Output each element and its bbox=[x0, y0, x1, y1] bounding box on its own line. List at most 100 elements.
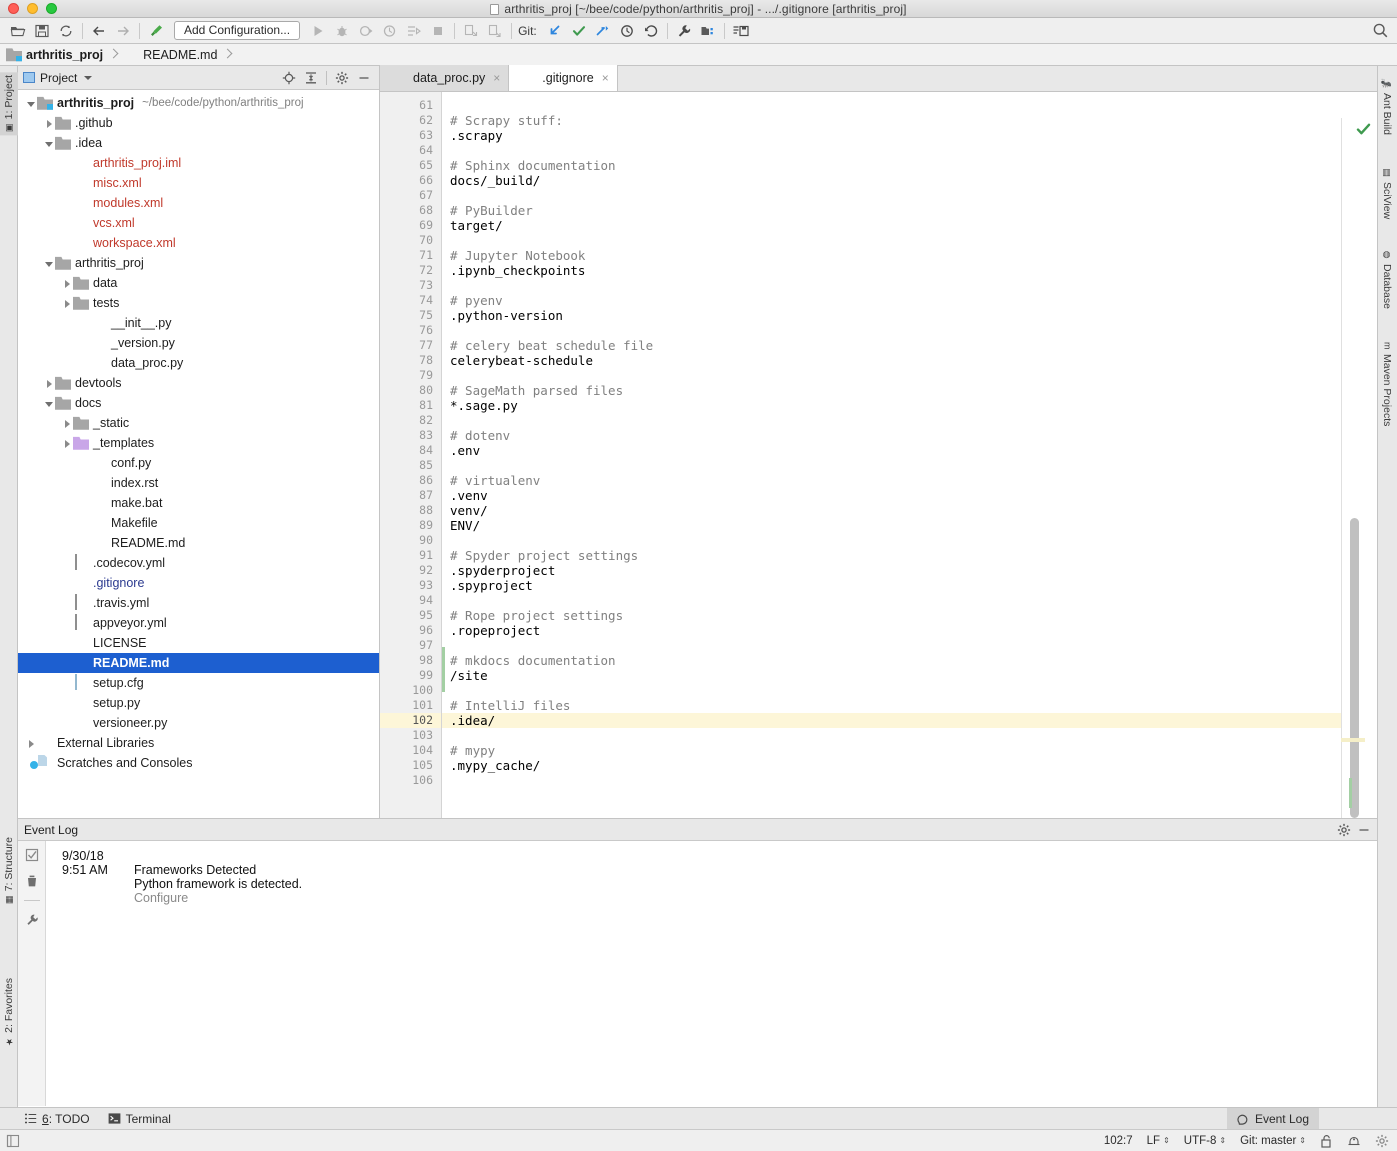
back-arrow-icon[interactable] bbox=[87, 20, 111, 42]
code-line[interactable] bbox=[442, 233, 1377, 248]
code-text[interactable]: # Scrapy stuff: .scrapy # Sphinx documenta… bbox=[442, 92, 1377, 818]
line-number[interactable]: 101 bbox=[380, 698, 441, 713]
breadcrumb-item-project[interactable]: arthritis_proj bbox=[6, 47, 103, 63]
save-icon[interactable] bbox=[30, 20, 54, 42]
gear-icon[interactable] bbox=[1337, 823, 1351, 837]
line-number[interactable]: 106 bbox=[380, 773, 441, 788]
line-number[interactable]: 82 bbox=[380, 413, 441, 428]
settings-gear-icon[interactable] bbox=[1375, 1134, 1389, 1148]
deploy-icon[interactable] bbox=[459, 20, 483, 42]
line-number[interactable]: 105 bbox=[380, 758, 441, 773]
tree-node--gitignore[interactable]: .gitignore bbox=[18, 573, 379, 593]
line-number[interactable]: 94 bbox=[380, 593, 441, 608]
bottom-tab-event-log[interactable]: Event Log bbox=[1226, 1108, 1319, 1130]
line-number[interactable]: 71 bbox=[380, 248, 441, 263]
code-line[interactable]: # IntelliJ files bbox=[442, 698, 1377, 713]
encoding-selector[interactable]: UTF-8 ⇕ bbox=[1184, 1135, 1226, 1147]
line-number[interactable]: 76 bbox=[380, 323, 441, 338]
code-line[interactable] bbox=[442, 638, 1377, 653]
stop-icon[interactable] bbox=[426, 20, 450, 42]
gear-icon[interactable] bbox=[332, 68, 352, 88]
locate-target-icon[interactable] bbox=[279, 68, 299, 88]
code-line[interactable] bbox=[442, 773, 1377, 788]
code-line[interactable] bbox=[442, 278, 1377, 293]
caret-position[interactable]: 102:7 bbox=[1104, 1135, 1133, 1147]
line-number[interactable]: 62 bbox=[380, 113, 441, 128]
line-number[interactable]: 96 bbox=[380, 623, 441, 638]
code-line[interactable]: # SageMath parsed files bbox=[442, 383, 1377, 398]
code-line[interactable] bbox=[442, 143, 1377, 158]
run-with-console-icon[interactable] bbox=[402, 20, 426, 42]
tree-node--version-py[interactable]: _version.py bbox=[18, 333, 379, 353]
chevron-down-icon[interactable] bbox=[26, 98, 37, 109]
line-number[interactable]: 100 bbox=[380, 683, 441, 698]
chevron-down-icon[interactable] bbox=[44, 398, 55, 409]
line-number[interactable]: 80 bbox=[380, 383, 441, 398]
tree-node-vcs-xml[interactable]: <> vcs.xml bbox=[18, 213, 379, 233]
code-line[interactable]: .python-version bbox=[442, 308, 1377, 323]
line-number[interactable]: 75 bbox=[380, 308, 441, 323]
editor-tab--gitignore[interactable]: .gitignore × bbox=[509, 65, 618, 91]
push-icon[interactable] bbox=[591, 20, 615, 42]
line-number[interactable]: 98 bbox=[380, 653, 441, 668]
minimize-icon[interactable] bbox=[1357, 823, 1371, 837]
line-number[interactable]: 90 bbox=[380, 533, 441, 548]
code-line[interactable]: .spyderproject bbox=[442, 563, 1377, 578]
tree-node-tests[interactable]: tests bbox=[18, 293, 379, 313]
code-line[interactable] bbox=[442, 593, 1377, 608]
code-line[interactable]: # mypy bbox=[442, 743, 1377, 758]
project-tree[interactable]: arthritis_proj ~/bee/code/python/arthriti… bbox=[18, 90, 379, 818]
toggle-tool-window-icon[interactable] bbox=[0, 1134, 20, 1148]
line-number[interactable]: 63 bbox=[380, 128, 441, 143]
lock-open-icon[interactable] bbox=[1320, 1134, 1333, 1148]
run-icon[interactable] bbox=[306, 20, 330, 42]
chevron-right-icon[interactable] bbox=[62, 278, 73, 289]
commit-icon[interactable] bbox=[567, 20, 591, 42]
tree-node--templates[interactable]: _templates bbox=[18, 433, 379, 453]
tree-node-data[interactable]: data bbox=[18, 273, 379, 293]
breadcrumb-item-file[interactable]: MD README.md bbox=[123, 47, 217, 63]
sync-icon[interactable] bbox=[54, 20, 78, 42]
chevron-right-icon[interactable] bbox=[44, 118, 55, 129]
code-line[interactable] bbox=[442, 413, 1377, 428]
code-line[interactable]: # dotenv bbox=[442, 428, 1377, 443]
minimize-icon[interactable] bbox=[354, 68, 374, 88]
line-number[interactable]: 88 bbox=[380, 503, 441, 518]
line-number[interactable]: 64 bbox=[380, 143, 441, 158]
editor-tab-data-proc-py[interactable]: data_proc.py × bbox=[380, 65, 510, 91]
code-line[interactable]: docs/_build/ bbox=[442, 173, 1377, 188]
tree-node-readme-md[interactable]: MD README.md bbox=[18, 653, 379, 673]
chevron-down-icon[interactable] bbox=[44, 258, 55, 269]
inspection-hector-icon[interactable] bbox=[1347, 1134, 1361, 1148]
bottom-tab-todo[interactable]: 6: TODO bbox=[24, 1112, 90, 1126]
code-line[interactable]: # celery beat schedule file bbox=[442, 338, 1377, 353]
code-line[interactable]: # mkdocs documentation bbox=[442, 653, 1377, 668]
code-line[interactable]: .idea/ bbox=[442, 713, 1377, 728]
tree-node-setup-py[interactable]: setup.py bbox=[18, 693, 379, 713]
sidebar-item-favorites[interactable]: ★ 2: Favorites bbox=[0, 975, 18, 1049]
rollback-icon[interactable] bbox=[639, 20, 663, 42]
line-number[interactable]: 65 bbox=[380, 158, 441, 173]
event-log-configure-link[interactable]: Configure bbox=[134, 891, 1377, 905]
git-branch-widget[interactable]: Git: master ⇕ bbox=[1240, 1135, 1306, 1147]
line-number[interactable]: 69 bbox=[380, 218, 441, 233]
code-line[interactable]: .spyproject bbox=[442, 578, 1377, 593]
code-line[interactable] bbox=[442, 728, 1377, 743]
chevron-right-icon[interactable] bbox=[26, 738, 37, 749]
tree-node-data-proc-py[interactable]: data_proc.py bbox=[18, 353, 379, 373]
sidebar-item-database[interactable]: ◍ Database bbox=[1377, 246, 1397, 313]
code-line[interactable] bbox=[442, 323, 1377, 338]
wrench-icon[interactable] bbox=[25, 913, 39, 927]
tree-node-index-rst[interactable]: RST index.rst bbox=[18, 473, 379, 493]
line-number[interactable]: 89 bbox=[380, 518, 441, 533]
line-number[interactable]: 78 bbox=[380, 353, 441, 368]
bottom-tab-terminal[interactable]: Terminal bbox=[108, 1112, 171, 1126]
code-line[interactable]: # Spyder project settings bbox=[442, 548, 1377, 563]
update-project-icon[interactable] bbox=[543, 20, 567, 42]
tree-node-make-bat[interactable]: make.bat bbox=[18, 493, 379, 513]
tree-node--idea[interactable]: .idea bbox=[18, 133, 379, 153]
debug-icon[interactable] bbox=[330, 20, 354, 42]
trash-icon[interactable] bbox=[25, 874, 39, 888]
line-number[interactable]: 86 bbox=[380, 473, 441, 488]
add-configuration-button[interactable]: Add Configuration... bbox=[174, 21, 301, 40]
